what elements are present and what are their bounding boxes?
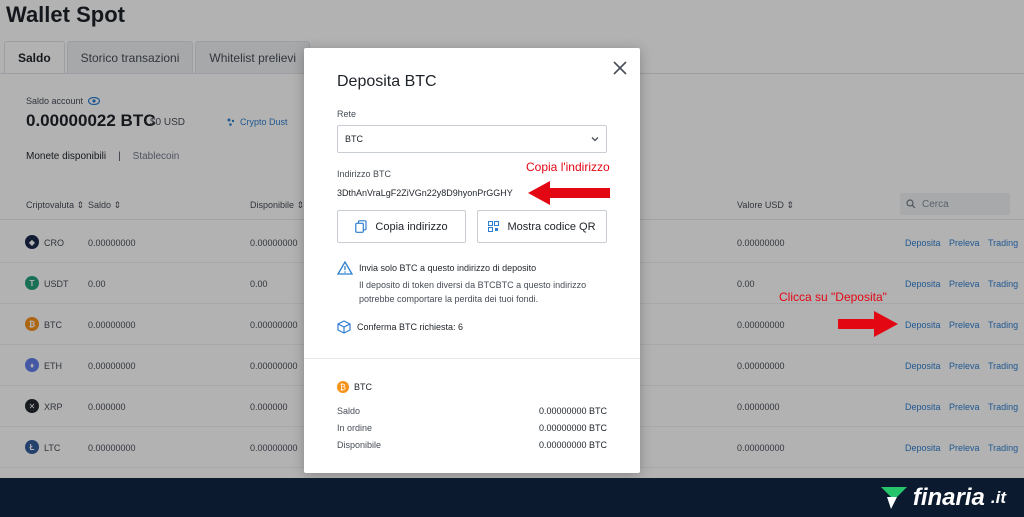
- annotation-copy-address: Copia l'indirizzo: [526, 160, 610, 174]
- finaria-logo-icon: [880, 487, 907, 509]
- summary-label: In ordine: [337, 423, 373, 433]
- deposit-address: 3DthAnVraLgF2ZiVGn22y8D9hyonPrGGHY: [337, 188, 513, 198]
- network-label: Rete: [337, 109, 357, 119]
- brand-name: finaria: [912, 484, 985, 511]
- show-qr-label: Mostra codice QR: [507, 220, 596, 233]
- summary-value: 0.00000000 BTC: [538, 423, 607, 433]
- address-label: Indirizzo BTC: [337, 169, 392, 179]
- network-select[interactable]: BTC: [337, 125, 607, 153]
- network-value: BTC: [345, 134, 363, 144]
- warning-icon: [337, 261, 353, 275]
- chevron-down-icon: [591, 137, 599, 142]
- footer-bar: finaria .it: [0, 478, 1024, 517]
- cube-icon: [337, 320, 351, 334]
- btc-coin-icon: ₿: [337, 381, 349, 393]
- summary-label: Disponibile: [337, 440, 382, 450]
- confirmations-info: Conferma BTC richiesta: 6: [337, 320, 463, 334]
- wallet-app: Wallet Spot Saldo Storico transazioni Wh…: [0, 0, 1024, 478]
- brand-logo[interactable]: finaria .it: [880, 484, 1006, 512]
- summary-label: Saldo: [337, 406, 361, 416]
- show-qr-button[interactable]: Mostra codice QR: [477, 210, 607, 243]
- summary-value: 0.00000000 BTC: [538, 406, 607, 416]
- annotation-click-deposit: Clicca su "Deposita": [779, 290, 887, 304]
- coin-summary-header: ₿ BTC: [337, 381, 372, 393]
- deposit-modal: Deposita BTC Rete BTC Indirizzo BTC 3Dth…: [304, 48, 640, 473]
- warning-body: Il deposito di token diversi da BTCBTC a…: [359, 280, 587, 304]
- summary-value: 0.00000000 BTC: [538, 440, 607, 450]
- arrow-left-icon: [528, 181, 610, 205]
- modal-divider: [304, 358, 640, 359]
- coin-summary-symbol: BTC: [354, 382, 372, 392]
- arrow-right-icon: [838, 311, 898, 337]
- copy-address-label: Copia indirizzo: [375, 220, 448, 233]
- confirmations-text: Conferma BTC richiesta: 6: [357, 322, 464, 332]
- warning-title: Invia solo BTC a questo indirizzo di dep…: [359, 263, 537, 273]
- close-icon[interactable]: [612, 60, 628, 76]
- copy-icon: [355, 220, 368, 233]
- modal-title: Deposita BTC: [337, 73, 437, 90]
- qr-code-icon: [488, 221, 500, 232]
- copy-address-button[interactable]: Copia indirizzo: [337, 210, 466, 243]
- brand-tld: .it: [990, 488, 1006, 507]
